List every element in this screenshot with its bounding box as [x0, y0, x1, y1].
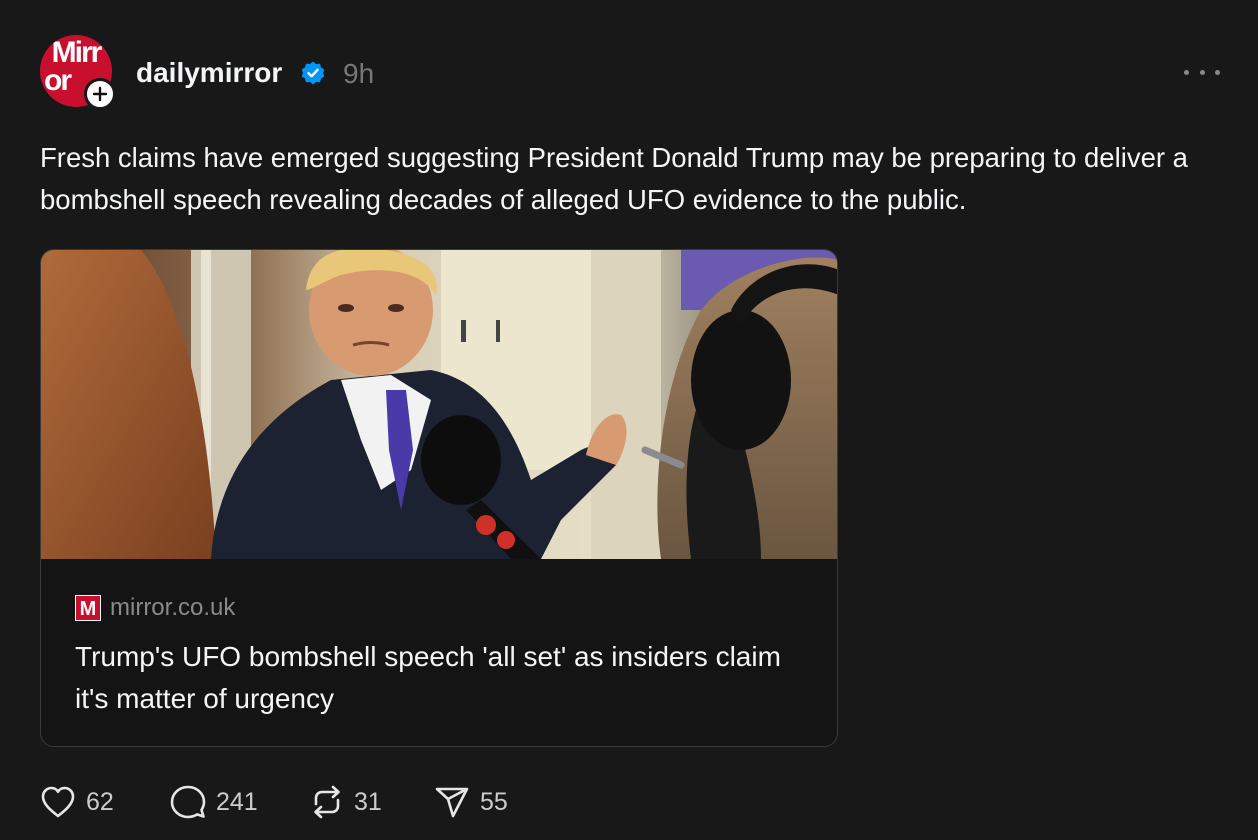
comment-icon	[170, 785, 206, 819]
link-title: Trump's UFO bombshell speech 'all set' a…	[75, 641, 781, 714]
like-button[interactable]: 62	[40, 782, 170, 822]
repost-icon	[314, 785, 340, 819]
reply-count: 241	[216, 788, 258, 816]
post-text: Fresh claims have emerged suggesting Pre…	[40, 142, 1188, 215]
post-timestamp: 9h	[343, 58, 375, 89]
like-count: 62	[86, 788, 114, 816]
share-button[interactable]: 55	[434, 782, 524, 822]
plus-icon	[92, 86, 108, 102]
send-icon	[435, 787, 469, 818]
repost-button[interactable]: 31	[310, 782, 434, 822]
follow-button[interactable]	[84, 78, 116, 110]
link-preview-card[interactable]: M mirror.co.uk Trump's UFO bombshell spe…	[40, 249, 838, 747]
link-preview-image	[41, 250, 837, 559]
reply-button[interactable]: 241	[170, 782, 310, 822]
share-count: 55	[480, 788, 508, 816]
link-source: M mirror.co.uk	[75, 594, 235, 622]
more-options-button[interactable]	[1184, 58, 1220, 86]
mirror-favicon-icon: M	[75, 595, 101, 621]
username-link[interactable]: dailymirror	[136, 56, 282, 90]
post-actions: 62 241 31 55	[40, 782, 524, 822]
verified-badge-icon	[301, 61, 325, 85]
repost-count: 31	[354, 788, 382, 816]
link-domain: mirror.co.uk	[110, 594, 236, 621]
more-horizontal-icon	[1184, 69, 1189, 75]
thread-post: Mirr or dailymirror 9h Fresh claims have …	[0, 0, 1258, 840]
heart-icon	[41, 786, 75, 818]
